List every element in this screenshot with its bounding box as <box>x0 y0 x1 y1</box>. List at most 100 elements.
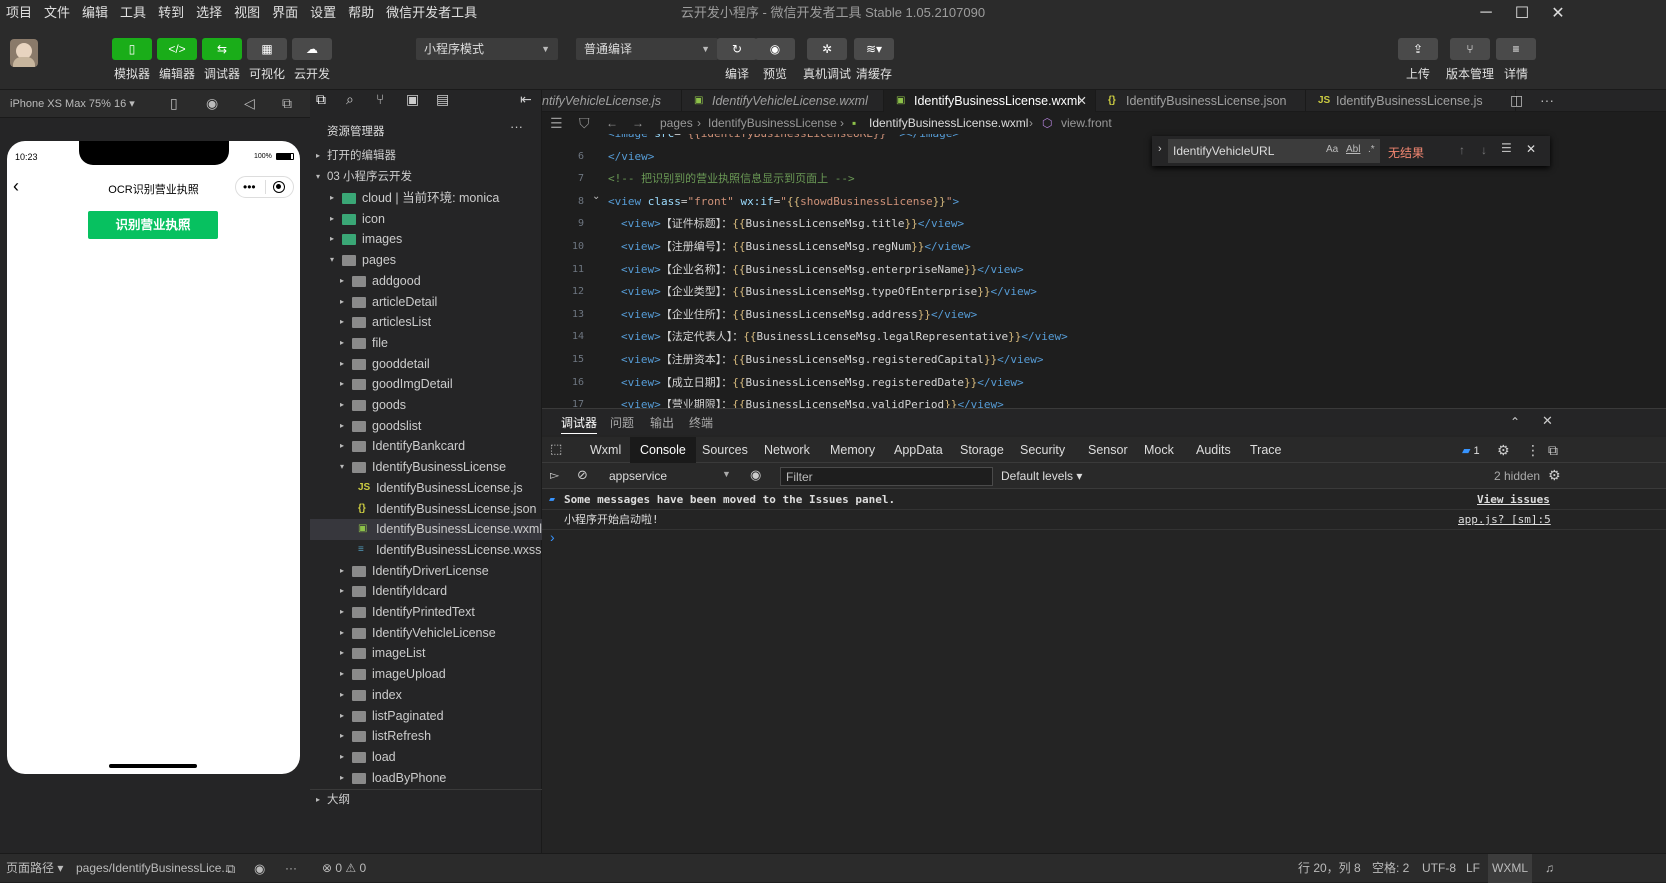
tree-item[interactable]: ▸ goodImgDetail <box>310 374 542 395</box>
filter-input[interactable]: Filter <box>780 467 993 486</box>
menu-item[interactable]: 转到 <box>152 0 190 26</box>
arrow-up-icon[interactable]: ↑ <box>1459 143 1465 157</box>
issues-badge[interactable]: ▰ 1 <box>1462 444 1480 457</box>
compile-button[interactable]: ↻ 编译 <box>717 38 757 82</box>
tree-item[interactable]: ▸ articleDetail <box>310 292 542 313</box>
console-prompt[interactable]: › <box>550 529 555 545</box>
tree-item[interactable]: ▸ imageUpload <box>310 664 542 685</box>
devtools-tab-console[interactable]: Console <box>630 437 696 463</box>
devtools-tab-audits[interactable]: Audits <box>1186 437 1241 463</box>
language-mode[interactable]: WXML <box>1488 854 1532 883</box>
source-link[interactable]: app.js? [sm]:5 <box>1458 510 1551 530</box>
outline-section[interactable]: ▸ 大纲 <box>310 789 542 810</box>
devtools-tab-storage[interactable]: Storage <box>950 437 1014 463</box>
list-icon[interactable]: ☰ <box>550 112 563 134</box>
editor-tab[interactable]: ▣ IdentifyBusinessLicense.wxml ✕ <box>884 90 1096 112</box>
sidebar-toggle-icon[interactable]: ▻ <box>550 468 559 482</box>
close-window-icon[interactable]: ✕ <box>1538 0 1578 26</box>
chevron-right-icon[interactable]: › <box>1158 143 1162 155</box>
open-editors-section[interactable]: ▸ 打开的编辑器 <box>310 146 542 167</box>
tree-item[interactable]: ▸ IdentifyDriverLicense <box>310 561 542 582</box>
bookmark-icon[interactable]: ⛉ <box>579 112 590 134</box>
tree-item[interactable]: ▸ listRefresh <box>310 726 542 747</box>
regex-icon[interactable]: .* <box>1368 144 1375 155</box>
line-ending[interactable]: LF <box>1466 854 1480 883</box>
chevron-up-icon[interactable]: ⌃ <box>1510 415 1520 429</box>
more-icon[interactable]: ••• <box>243 177 256 197</box>
tree-item[interactable]: ▸ listPaginated <box>310 706 542 727</box>
visual-button[interactable]: ▦ 可视化 <box>247 38 287 82</box>
menu-item[interactable]: 界面 <box>266 0 304 26</box>
tree-item[interactable]: ▸ IdentifyPrintedText <box>310 602 542 623</box>
devtools-tab-sources[interactable]: Sources <box>692 437 758 463</box>
breadcrumb-item[interactable]: pages <box>660 112 693 134</box>
version-button[interactable]: ⑂ 版本管理 <box>1446 38 1494 82</box>
preview-button[interactable]: ◉ 预览 <box>755 38 795 82</box>
breadcrumb-item[interactable]: view.front <box>1061 112 1112 134</box>
record-icon[interactable]: ◉ <box>206 95 218 112</box>
arrow-down-icon[interactable]: ↓ <box>1481 143 1487 157</box>
copy-icon[interactable]: ⧉ <box>226 854 235 883</box>
devtools-tab-memory[interactable]: Memory <box>820 437 885 463</box>
back-icon[interactable]: ← <box>606 112 618 134</box>
capsule-menu[interactable]: ••• <box>235 176 294 198</box>
more-icon[interactable]: ··· <box>1540 92 1554 108</box>
code-editor[interactable]: <image src="{{identifyBusinessLicenseURL… <box>542 134 1666 408</box>
tree-item[interactable]: JS IdentifyBusinessLicense.js <box>310 478 542 499</box>
devtools-tab-sensor[interactable]: Sensor <box>1078 437 1138 463</box>
devtools-tab-network[interactable]: Network <box>754 437 820 463</box>
remote-debug-button[interactable]: ✲ 真机调试 <box>803 38 851 82</box>
search-icon[interactable]: ⌕ <box>346 91 354 108</box>
inspect-icon[interactable]: ⬚ <box>550 441 562 457</box>
git-icon[interactable]: ⑂ <box>376 91 384 107</box>
tree-item[interactable]: ▸ IdentifyIdcard <box>310 581 542 602</box>
context-select[interactable]: appservice <box>609 469 667 483</box>
tree-item[interactable]: ▸ addgood <box>310 271 542 292</box>
whole-word-icon[interactable]: Abl <box>1346 144 1360 155</box>
tab-output[interactable]: 输出 <box>650 412 674 434</box>
debugger-button[interactable]: ⇆ 调试器 <box>202 38 242 82</box>
selection-icon[interactable]: ☰ <box>1501 141 1512 155</box>
close-capsule-icon[interactable] <box>273 181 285 193</box>
project-section[interactable]: ▾ 03 小程序云开发 <box>310 167 542 188</box>
mode-select[interactable]: 小程序模式 ▼ <box>416 38 558 60</box>
menu-item[interactable]: 项目 <box>0 0 38 26</box>
menu-item[interactable]: 选择 <box>190 0 228 26</box>
identify-license-button[interactable]: 识别营业执照 <box>88 211 218 239</box>
tab-problems[interactable]: 问题 <box>610 412 634 434</box>
avatar[interactable] <box>10 39 38 67</box>
clear-cache-button[interactable]: ≋▾ 清缓存 <box>854 38 894 82</box>
tree-item[interactable]: ▸ imageList <box>310 643 542 664</box>
menu-item[interactable]: 编辑 <box>76 0 114 26</box>
tree-item[interactable]: {} IdentifyBusinessLicense.json <box>310 499 542 520</box>
page-path-label[interactable]: 页面路径 ▾ <box>6 854 63 883</box>
tree-item[interactable]: ▸ cloud | 当前环境: monica <box>310 188 542 209</box>
maximize-icon[interactable]: ☐ <box>1502 0 1542 26</box>
forward-icon[interactable]: → <box>632 112 644 134</box>
tree-item[interactable]: ▸ load <box>310 747 542 768</box>
tree-item[interactable]: ▣ IdentifyBusinessLicense.wxml <box>310 519 542 540</box>
sound-icon[interactable]: ◁ <box>244 95 255 112</box>
cursor-position[interactable]: 行 20，列 8 <box>1298 854 1361 883</box>
tree-item[interactable]: ▸ file <box>310 333 542 354</box>
tree-item[interactable]: ▸ icon <box>310 209 542 230</box>
close-tab-icon[interactable]: ✕ <box>1077 90 1087 112</box>
editor-tab[interactable]: ntifyVehicleLicense.js <box>542 90 682 112</box>
breadcrumb-item[interactable]: IdentifyBusinessLicense <box>708 112 837 134</box>
tree-item[interactable]: ▾ IdentifyBusinessLicense <box>310 457 542 478</box>
kebab-icon[interactable]: ⋮ <box>1526 442 1540 459</box>
menu-item[interactable]: 文件 <box>38 0 76 26</box>
levels-select[interactable]: Default levels ▾ <box>1001 469 1082 483</box>
devtools-tab-wxml[interactable]: Wxml <box>580 437 631 463</box>
split-editor-icon[interactable]: ◫ <box>1510 92 1523 109</box>
tree-item[interactable]: ▸ images <box>310 229 542 250</box>
tree-item[interactable]: ▸ index <box>310 685 542 706</box>
devtools-tab-trace[interactable]: Trace <box>1240 437 1292 463</box>
menu-item[interactable]: 视图 <box>228 0 266 26</box>
files-icon[interactable]: ⧉ <box>316 91 326 108</box>
encoding[interactable]: UTF-8 <box>1422 854 1456 883</box>
tree-item[interactable]: ▸ IdentifyBankcard <box>310 436 542 457</box>
extensions-icon[interactable]: ▣ <box>406 91 419 108</box>
collapse-icon[interactable]: ⇤ <box>520 91 532 108</box>
gear-icon[interactable]: ⚙ <box>1548 467 1561 484</box>
